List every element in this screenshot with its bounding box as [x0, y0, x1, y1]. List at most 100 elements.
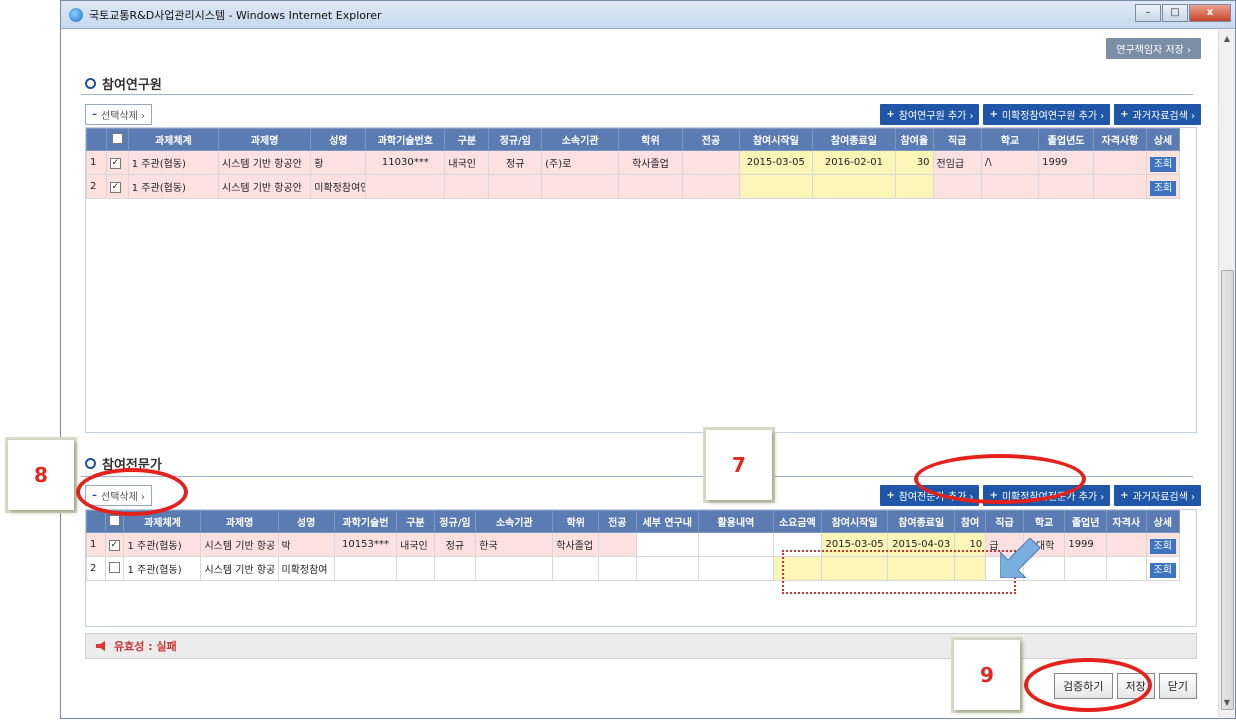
add-researcher-button[interactable]: + 참여연구원 추가 ›: [880, 104, 980, 125]
cell-regular: [433, 556, 477, 581]
cell-detail-research[interactable]: [635, 532, 699, 557]
cell-end-date[interactable]: 2016-02-01: [811, 150, 897, 175]
researcher-table: 과제체계 과제명 성명 과학기술번호 구분 정규/임 소속기관 학위 전공 참여…: [86, 128, 1181, 199]
close-window-button[interactable]: x: [1189, 4, 1231, 22]
view-button[interactable]: 조회: [1149, 157, 1177, 172]
plus-icon: +: [1120, 109, 1129, 120]
maximize-button[interactable]: □: [1162, 4, 1188, 22]
cell-org: [475, 556, 554, 581]
column-header: 직급: [985, 510, 1024, 533]
highlight-ring-delete: [76, 468, 188, 516]
select-all-checkbox[interactable]: [105, 128, 129, 151]
column-header: 전공: [598, 510, 637, 533]
past-data-search-button[interactable]: + 과거자료검색 ›: [1114, 104, 1201, 125]
past-data-search-experts-button[interactable]: + 과거자료검색 ›: [1114, 485, 1201, 506]
cell-major: [598, 532, 637, 557]
detail-cell: 조회: [1145, 532, 1180, 557]
column-header: 참여시작일: [739, 128, 813, 151]
column-header: 참여: [954, 510, 987, 533]
cell-rank: [932, 174, 982, 199]
view-button[interactable]: 조회: [1149, 181, 1177, 196]
view-button[interactable]: 조회: [1149, 539, 1176, 554]
cell-grad-year: [1038, 174, 1095, 199]
cell-degree: 학사졸업: [618, 150, 683, 175]
column-header: 구분: [444, 128, 490, 151]
circle-bullet-icon: [85, 78, 96, 89]
scroll-down-icon[interactable]: ▼: [1219, 698, 1235, 714]
row-number: 2: [86, 174, 107, 199]
browser-window: 국토교통R&D사업관리시스템 - Windows Internet Explor…: [60, 0, 1236, 719]
column-header: 전공: [681, 128, 741, 151]
ie-logo-icon: [69, 7, 83, 22]
cell-sci-no: 11030***: [365, 150, 446, 175]
cell-end-date[interactable]: [811, 174, 897, 199]
cell-system: 1 주관(협동): [127, 174, 219, 199]
validity-text: 유효성 : 실패: [114, 640, 177, 653]
cell-rate[interactable]: [895, 174, 934, 199]
add-researcher-label: 참여연구원 추가 ›: [898, 111, 974, 122]
plus-icon: +: [886, 490, 895, 501]
cell-usage[interactable]: [697, 556, 774, 581]
cell-cert: [1093, 150, 1147, 175]
column-header: 학교: [1022, 510, 1066, 533]
row-checkbox[interactable]: [104, 556, 125, 581]
delete-selected-button[interactable]: – 선택삭제 ›: [85, 104, 152, 125]
page-content: 연구책임자 저장 › 참여연구원 – 선택삭제 › + 참여연구원 추가 › + 미…: [81, 30, 1201, 720]
title-bar: 국토교통R&D사업관리시스템 - Windows Internet Explor…: [61, 1, 1235, 29]
cell-start-date[interactable]: [739, 174, 813, 199]
cell-regular: 정규: [433, 532, 477, 557]
table-row[interactable]: 2 ✓ 1 주관(협동) 시스템 기반 항공안 미확정참여연 조회: [86, 174, 1181, 199]
add-unconfirmed-researcher-button[interactable]: + 미확정참여연구원 추가 ›: [983, 104, 1111, 125]
column-header: 활용내역: [697, 510, 774, 533]
table-header-row: 과제체계 과제명 성명 과학기술번 구분 정규/임 소속기관 학위 전공 세부 …: [86, 510, 1180, 533]
scroll-thumb[interactable]: [1221, 270, 1234, 710]
column-header: 졸업년: [1064, 510, 1107, 533]
column-header: 과제명: [200, 510, 279, 533]
scroll-up-icon[interactable]: ▲: [1219, 34, 1235, 50]
cell-regular: [488, 174, 543, 199]
window-title: 국토교통R&D사업관리시스템 - Windows Internet Explor…: [89, 8, 382, 22]
row-checkbox[interactable]: ✓: [105, 174, 129, 199]
save-researcher-button[interactable]: 연구책임자 저장 ›: [1106, 38, 1201, 59]
cell-title: 시스템 기반 항공안: [217, 150, 312, 175]
callout-9: 9: [954, 640, 1020, 710]
vertical-scrollbar[interactable]: ▲ ▼: [1218, 30, 1235, 718]
column-header: 학위: [552, 510, 600, 533]
detail-cell: 조회: [1145, 174, 1181, 199]
cell-regular: 정규: [488, 150, 543, 175]
minimize-button[interactable]: –: [1135, 4, 1161, 22]
callout-8: 8: [8, 440, 74, 510]
cell-cert: [1105, 556, 1147, 581]
column-header: 성명: [277, 510, 335, 533]
cell-system: 1 주관(협동): [127, 150, 219, 175]
close-button[interactable]: 닫기: [1158, 673, 1197, 699]
cell-name: 미확정참여: [277, 556, 335, 581]
table-row[interactable]: 1 ✓ 1 주관(협동) 시스템 기반 항공안 황 11030*** 내국인 정…: [86, 150, 1181, 175]
cell-name: 미확정참여연: [310, 174, 367, 199]
cell-name: 황: [310, 150, 367, 175]
row-checkbox[interactable]: ✓: [104, 532, 125, 557]
cell-start-date[interactable]: 2015-03-05: [739, 150, 813, 175]
cell-degree: [552, 556, 600, 581]
cell-rate[interactable]: 30: [895, 150, 934, 175]
pointer-arrow-icon: [1000, 538, 1040, 578]
view-button[interactable]: 조회: [1149, 563, 1176, 578]
row-number: 2: [86, 556, 106, 581]
divider: [81, 94, 1193, 95]
cell-name: 박: [277, 532, 335, 557]
cell-rank: 전임급: [932, 150, 982, 175]
cell-sci-no: [365, 174, 446, 199]
plus-icon: +: [1120, 490, 1129, 501]
column-header: 소속기관: [541, 128, 620, 151]
cell-usage[interactable]: [697, 532, 774, 557]
column-header: 과제체계: [127, 128, 219, 151]
column-header: 정규/임: [488, 128, 543, 151]
column-header: 참여율: [895, 128, 934, 151]
cell-cert: [1093, 174, 1147, 199]
column-header: 참여종료일: [887, 510, 956, 533]
cell-major: [681, 150, 741, 175]
cell-school: [980, 174, 1040, 199]
highlight-empty-cells: [782, 550, 1016, 594]
row-checkbox[interactable]: ✓: [105, 150, 129, 175]
cell-detail-research[interactable]: [635, 556, 699, 581]
